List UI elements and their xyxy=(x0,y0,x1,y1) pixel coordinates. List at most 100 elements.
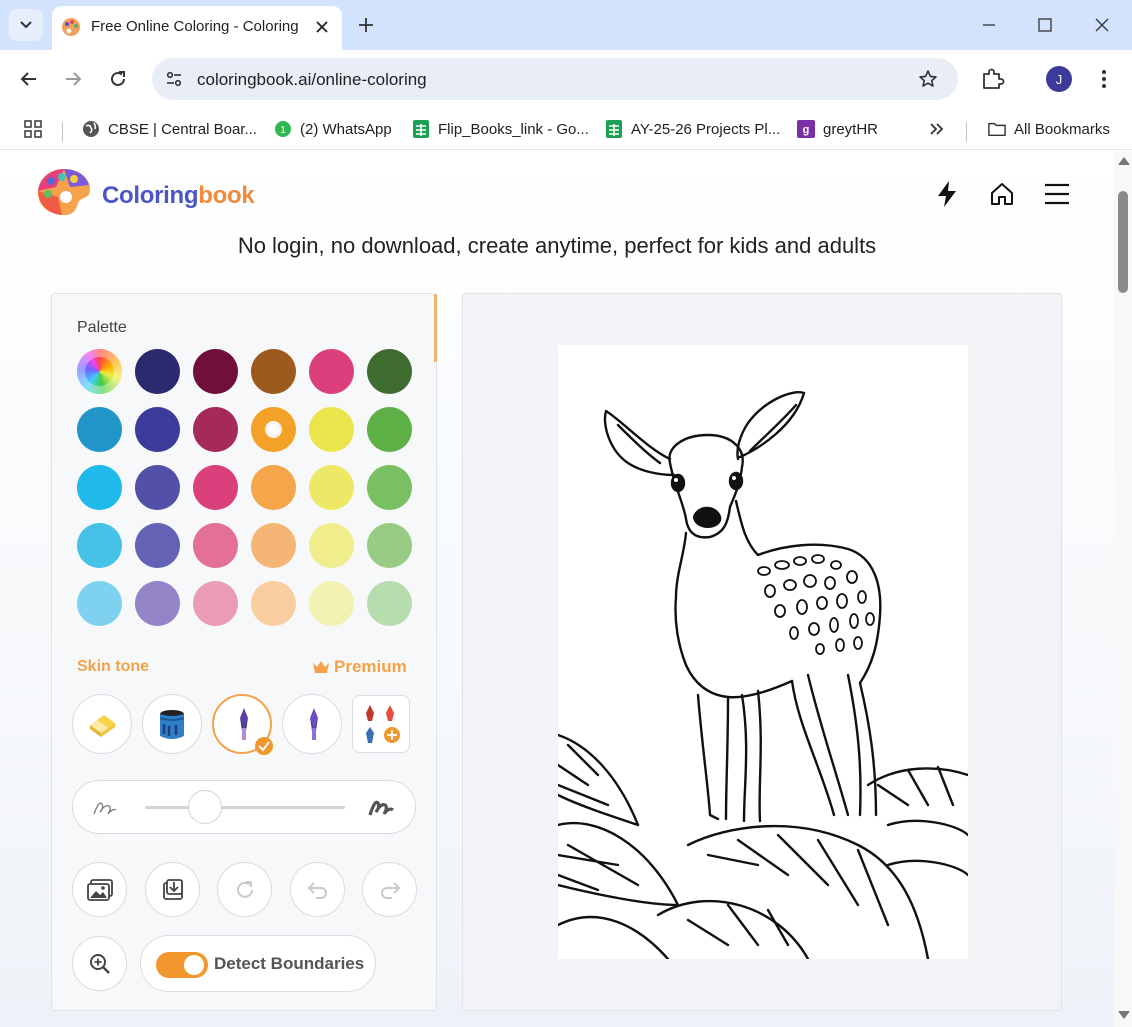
bolt-button[interactable] xyxy=(932,179,962,209)
reset-button[interactable] xyxy=(217,862,272,917)
zoom-button[interactable] xyxy=(72,936,127,991)
color-swatch[interactable] xyxy=(193,465,238,510)
home-button[interactable] xyxy=(987,179,1017,209)
more-tools-button[interactable] xyxy=(352,695,410,753)
color-swatch[interactable] xyxy=(193,523,238,568)
paint-bucket-tool[interactable] xyxy=(142,694,202,754)
brush-tool-2[interactable] xyxy=(282,694,342,754)
brand-name[interactable]: Coloringbook xyxy=(102,182,255,210)
custom-color-swatch[interactable] xyxy=(77,349,122,394)
forward-button[interactable] xyxy=(61,67,85,91)
refresh-icon xyxy=(236,880,253,898)
bookmark-greythr[interactable]: g greytHR xyxy=(797,117,878,141)
close-window-button[interactable] xyxy=(1090,13,1114,37)
address-bar[interactable]: coloringbook.ai/online-coloring xyxy=(152,58,958,100)
coloring-canvas[interactable] xyxy=(558,345,968,959)
color-swatch[interactable] xyxy=(367,465,412,510)
more-icon xyxy=(1102,70,1106,88)
color-swatch[interactable] xyxy=(251,523,296,568)
color-swatch[interactable] xyxy=(135,407,180,452)
gallery-button[interactable] xyxy=(72,862,127,917)
undo-button[interactable] xyxy=(290,862,345,917)
scroll-down-arrow[interactable] xyxy=(1118,1011,1130,1019)
premium-badge[interactable]: Premium xyxy=(312,657,407,677)
color-swatch[interactable] xyxy=(77,581,122,626)
bolt-icon xyxy=(938,181,956,207)
download-icon xyxy=(162,878,183,900)
panel-scrollbar[interactable] xyxy=(434,294,437,362)
download-button[interactable] xyxy=(145,862,200,917)
detect-boundaries-label: Detect Boundaries xyxy=(214,954,365,973)
more-button[interactable] xyxy=(1092,67,1116,91)
page-viewport: Coloringbook No login, no download, crea… xyxy=(0,151,1132,1027)
color-swatch[interactable] xyxy=(251,465,296,510)
bookmark-whatsapp[interactable]: 1 (2) WhatsApp xyxy=(274,117,392,141)
bookmark-projects[interactable]: AY-25-26 Projects Pl... xyxy=(605,117,780,141)
color-swatch[interactable] xyxy=(309,349,354,394)
color-swatch[interactable] xyxy=(135,465,180,510)
color-swatch[interactable] xyxy=(77,465,122,510)
color-swatch[interactable] xyxy=(367,407,412,452)
color-swatch[interactable] xyxy=(135,349,180,394)
color-swatch[interactable] xyxy=(251,581,296,626)
color-swatch[interactable] xyxy=(309,407,354,452)
detect-boundaries-control[interactable]: Detect Boundaries xyxy=(140,935,376,992)
color-swatch[interactable] xyxy=(193,349,238,394)
star-icon[interactable] xyxy=(916,67,940,91)
sheets-icon xyxy=(412,120,430,138)
menu-button[interactable] xyxy=(1042,179,1072,209)
zoom-in-icon xyxy=(89,953,110,974)
color-swatch[interactable] xyxy=(77,407,122,452)
maximize-button[interactable] xyxy=(1033,13,1057,37)
brush-tool-selected[interactable] xyxy=(212,694,273,755)
detect-boundaries-toggle[interactable] xyxy=(156,952,208,978)
apps-button[interactable] xyxy=(24,117,42,141)
page-scrollbar[interactable] xyxy=(1114,151,1132,1027)
new-tab-button[interactable] xyxy=(355,14,377,36)
color-swatch[interactable] xyxy=(135,523,180,568)
home-icon xyxy=(991,183,1013,205)
active-tab[interactable]: Free Online Coloring - Coloring xyxy=(52,6,342,50)
color-swatch[interactable] xyxy=(251,407,296,452)
minimize-button[interactable] xyxy=(977,13,1001,37)
color-swatch[interactable] xyxy=(367,581,412,626)
fawn-line-art[interactable] xyxy=(558,345,968,959)
color-swatch[interactable] xyxy=(193,407,238,452)
forward-icon xyxy=(66,72,82,86)
color-swatch[interactable] xyxy=(367,349,412,394)
close-tab-icon[interactable] xyxy=(312,17,332,37)
color-swatch[interactable] xyxy=(251,349,296,394)
bookmark-label: CBSE | Central Boar... xyxy=(108,120,257,138)
color-swatch[interactable] xyxy=(77,523,122,568)
bookmark-cbse[interactable]: CBSE | Central Boar... xyxy=(82,117,257,141)
color-swatch[interactable] xyxy=(193,581,238,626)
profile-avatar[interactable]: J xyxy=(1046,66,1072,92)
color-swatch[interactable] xyxy=(309,465,354,510)
color-swatch[interactable] xyxy=(309,523,354,568)
bookmark-flip-books[interactable]: Flip_Books_link - Go... xyxy=(412,117,589,141)
all-bookmarks-label: All Bookmarks xyxy=(1014,120,1110,138)
tagline: No login, no download, create anytime, p… xyxy=(237,233,877,258)
folder-icon xyxy=(988,120,1006,138)
scrollbar-thumb[interactable] xyxy=(1118,191,1128,293)
skin-tone-label: Skin tone xyxy=(77,658,150,675)
back-button[interactable] xyxy=(17,67,41,91)
logo[interactable] xyxy=(36,167,92,217)
maximize-icon xyxy=(1038,18,1052,32)
brush-size-slider[interactable] xyxy=(72,780,416,834)
site-info-icon[interactable] xyxy=(162,67,186,91)
slider-thumb[interactable] xyxy=(188,790,222,824)
scroll-up-arrow[interactable] xyxy=(1118,157,1130,165)
menu-icon xyxy=(1045,183,1069,205)
reload-button[interactable] xyxy=(106,67,130,91)
tab-search-button[interactable] xyxy=(9,9,43,41)
color-swatch[interactable] xyxy=(135,581,180,626)
eraser-tool[interactable] xyxy=(72,694,132,754)
bookmarks-overflow-button[interactable] xyxy=(928,117,944,141)
all-bookmarks-button[interactable]: All Bookmarks xyxy=(988,117,1110,141)
extensions-icon[interactable] xyxy=(980,66,1006,92)
redo-button[interactable] xyxy=(362,862,417,917)
url-text: coloringbook.ai/online-coloring xyxy=(197,70,427,89)
color-swatch[interactable] xyxy=(367,523,412,568)
color-swatch[interactable] xyxy=(309,581,354,626)
